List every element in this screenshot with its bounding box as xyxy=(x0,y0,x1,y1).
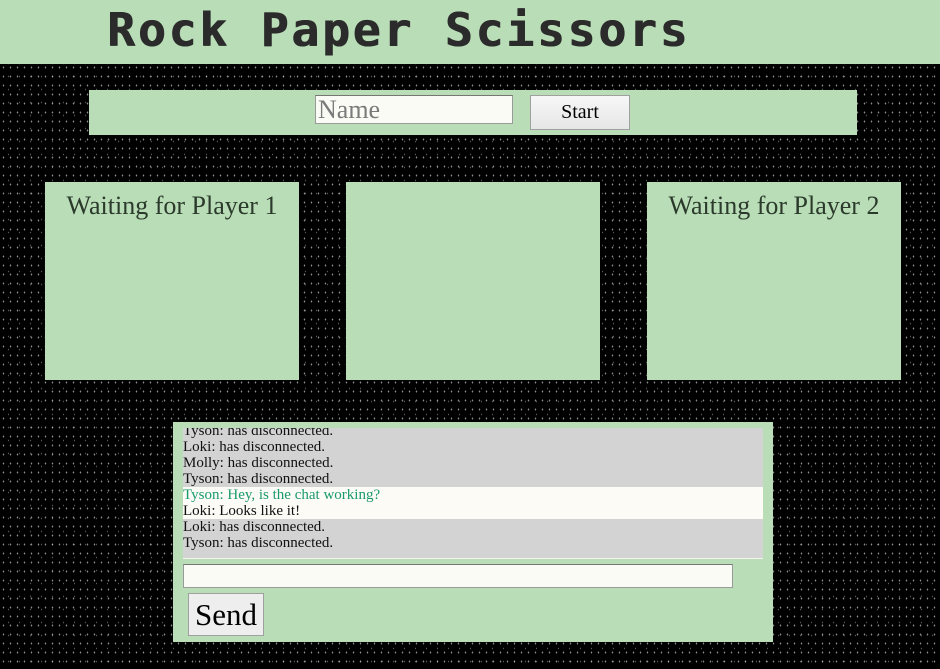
player2-panel: Waiting for Player 2 xyxy=(647,182,901,380)
chat-message: Tyson: Hey, is the chat working? xyxy=(183,487,763,503)
chat-message: Loki: Looks like it! xyxy=(183,503,763,519)
chat-message: Tyson: has disconnected. xyxy=(183,535,763,551)
player1-status: Waiting for Player 1 xyxy=(66,191,278,220)
page-title: Rock Paper Scissors xyxy=(107,3,691,57)
header-bar: Rock Paper Scissors xyxy=(0,0,940,64)
chat-log[interactable]: Tyson: has disconnected. Loki: has disco… xyxy=(183,428,763,559)
chat-message-input[interactable] xyxy=(183,564,733,588)
chat-message: Tyson: has disconnected. xyxy=(183,471,763,487)
chat-panel: Tyson: has disconnected. Loki: has disco… xyxy=(173,422,773,642)
chat-lines: Tyson: has disconnected. Loki: has disco… xyxy=(183,428,763,551)
name-input[interactable] xyxy=(315,95,513,124)
send-button[interactable]: Send xyxy=(188,593,264,636)
chat-message: Tyson: has disconnected. xyxy=(183,428,763,439)
start-button[interactable]: Start xyxy=(530,95,630,130)
player1-panel: Waiting for Player 1 xyxy=(45,182,299,380)
name-form: Start xyxy=(89,90,857,135)
chat-message: Loki: has disconnected. xyxy=(183,519,763,535)
chat-message: Molly: has disconnected. xyxy=(183,455,763,471)
chat-message: Loki: has disconnected. xyxy=(183,439,763,455)
results-panel xyxy=(346,182,600,380)
results-text xyxy=(346,182,600,191)
player2-status: Waiting for Player 2 xyxy=(668,191,880,220)
